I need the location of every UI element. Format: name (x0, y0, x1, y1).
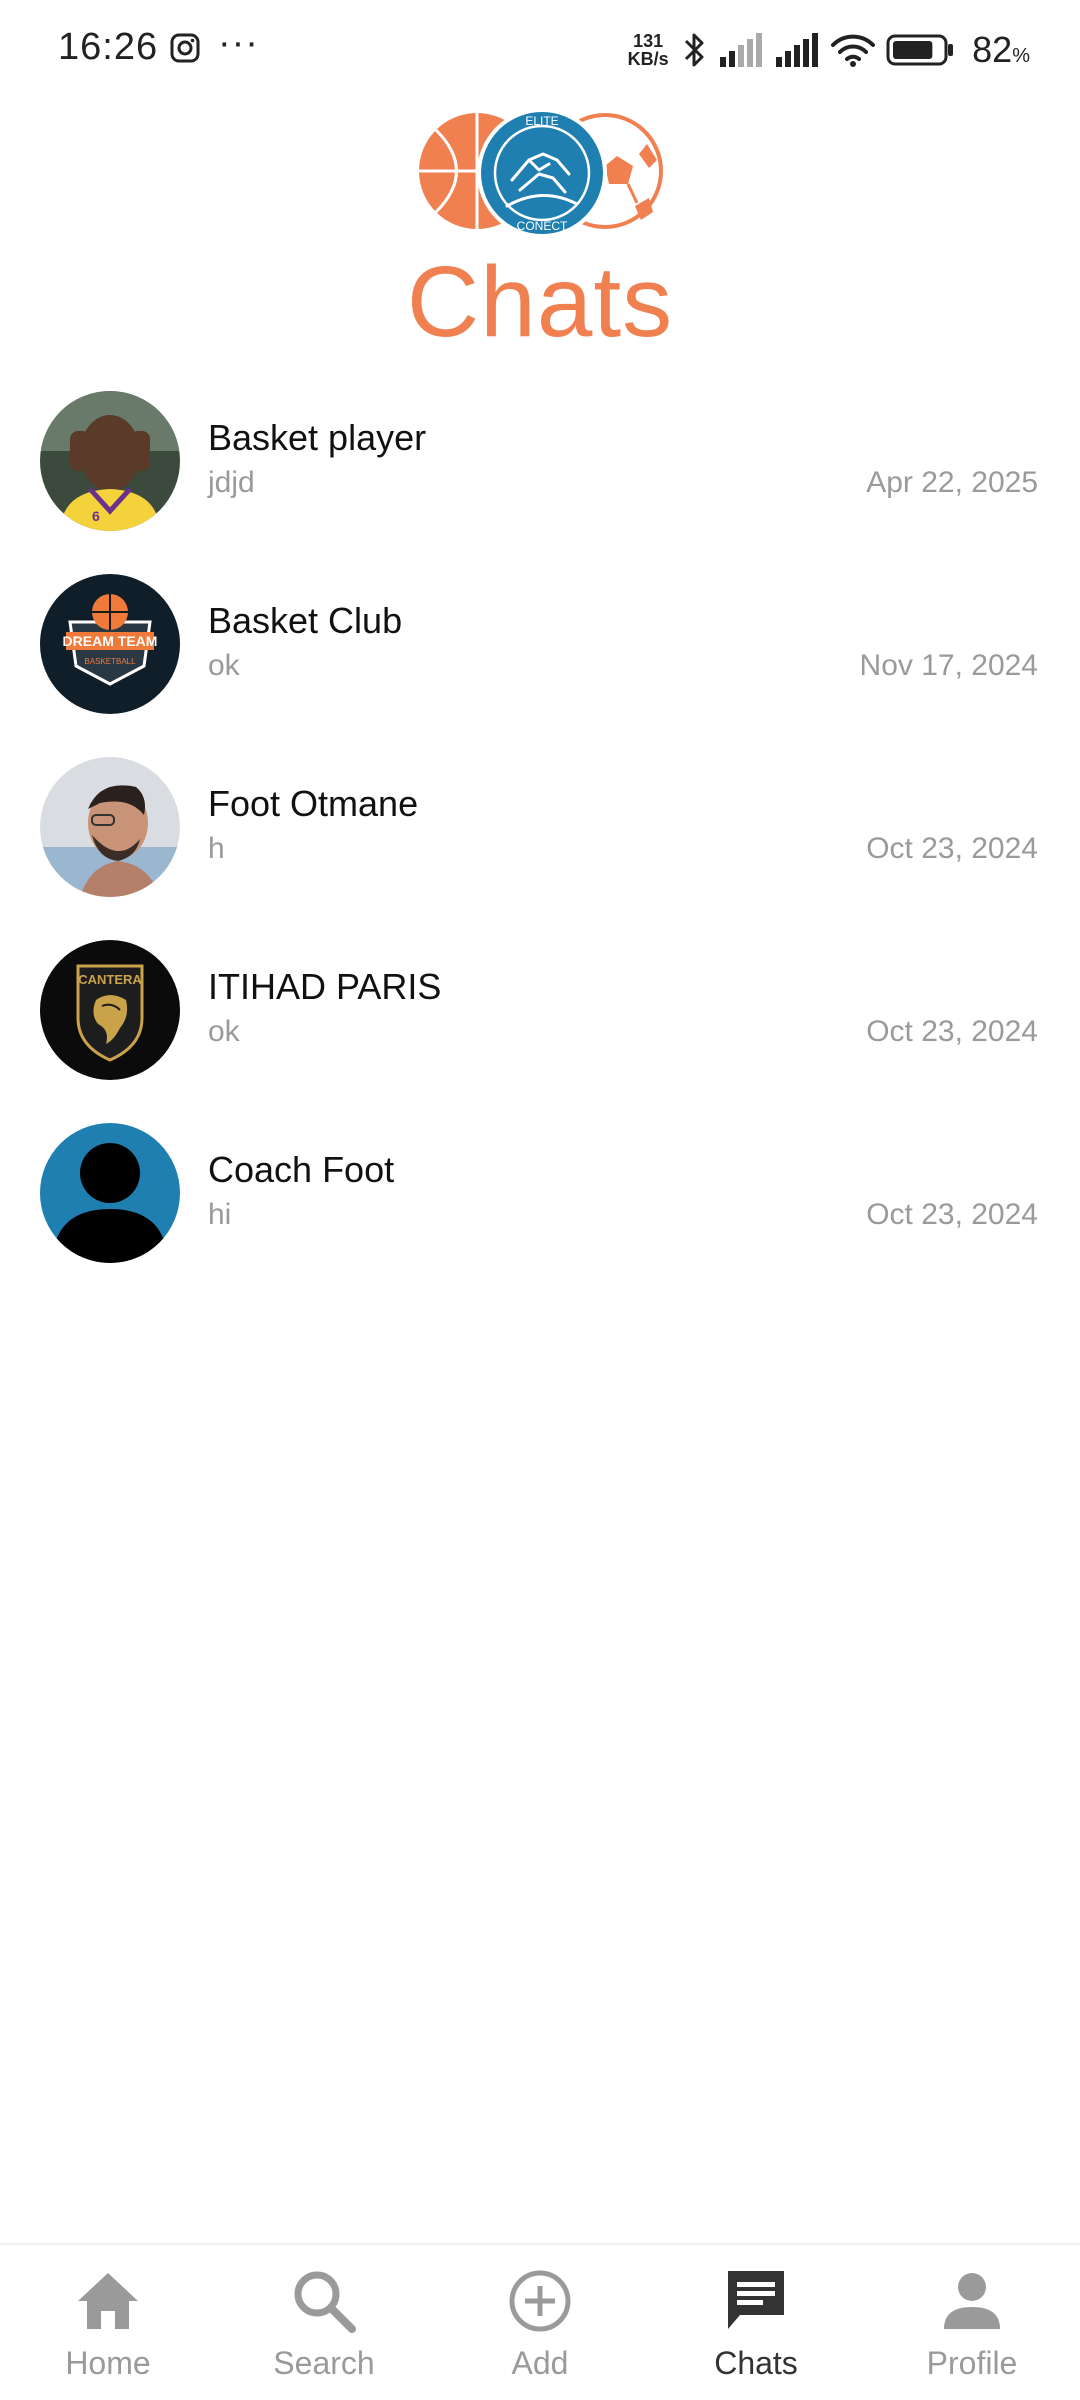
chat-last-message: h (208, 832, 225, 865)
chat-date: Oct 23, 2024 (866, 832, 1038, 865)
chat-item-itihad-paris[interactable]: CANTERA ITIHAD PARIS ok Oct 23, 2024 (0, 931, 1080, 1114)
chat-item-basket-player[interactable]: 6 Basket player jdjd Apr 22, 2025 (0, 382, 1080, 565)
default-person-avatar (40, 1123, 180, 1263)
avatar[interactable] (40, 1123, 180, 1263)
battery-percent-value: 82 (972, 29, 1013, 70)
more-notifications-icon: ··· (218, 22, 259, 64)
add-circle-icon (509, 2270, 571, 2332)
nav-chats[interactable]: Chats (648, 2245, 864, 2400)
status-icons: 131 KB/s 82% (624, 28, 1030, 72)
page-title: Chats (406, 246, 674, 358)
chat-last-message: ok (208, 1015, 240, 1048)
app-logo: ELITE CONECT (419, 108, 663, 238)
nav-profile[interactable]: Profile (864, 2245, 1080, 2400)
status-time: 16:26 (58, 26, 159, 68)
chat-name: Basket player (208, 417, 427, 458)
logo-top-text: ELITE (525, 114, 558, 128)
signal-icon (776, 33, 819, 67)
chat-name: ITIHAD PARIS (208, 966, 442, 1007)
chat-item-foot-otmane[interactable]: Foot Otmane h Oct 23, 2024 (0, 748, 1080, 931)
avatar[interactable]: 6 (40, 391, 180, 531)
dream-team-logo-avatar: DREAM TEAM BASKETBALL (40, 574, 180, 714)
nav-label: Add (511, 2345, 569, 2381)
cantera-logo-avatar: CANTERA (40, 940, 180, 1080)
chat-item-basket-club[interactable]: DREAM TEAM BASKETBALL Basket Club ok Nov… (0, 565, 1080, 748)
avatar-text-top: DREAM TEAM (63, 633, 158, 649)
bluetooth-icon (685, 33, 704, 67)
nav-label: Chats (714, 2345, 798, 2381)
chat-list: 6 Basket player jdjd Apr 22, 2025 DREAM … (0, 382, 1080, 1297)
wifi-icon (831, 34, 876, 67)
logo-bottom-text: CONECT (517, 219, 568, 233)
chat-item-coach-foot[interactable]: Coach Foot hi Oct 23, 2024 (0, 1114, 1080, 1297)
nav-add[interactable]: Add (432, 2245, 648, 2400)
home-icon (78, 2273, 138, 2329)
chat-last-message: jdjd (208, 466, 255, 499)
chat-name: Foot Otmane (208, 783, 419, 824)
player-photo-avatar: 6 (40, 391, 180, 531)
signal-icon (720, 33, 763, 67)
nav-label: Home (65, 2345, 151, 2381)
search-icon (294, 2271, 356, 2333)
nav-label: Profile (926, 2345, 1018, 2381)
status-bar: 16:26 ··· 131 KB/s 82% (0, 0, 1080, 100)
avatar[interactable]: CANTERA (40, 940, 180, 1080)
svg-text:6: 6 (92, 508, 100, 524)
network-speed-value: 131 (633, 31, 664, 51)
chat-name: Coach Foot (208, 1149, 395, 1190)
bottom-navigation: Home Search Add Chats Profile (0, 2243, 1080, 2400)
nav-label: Search (273, 2345, 375, 2381)
chat-last-message: hi (208, 1198, 232, 1231)
chat-name: Basket Club (208, 600, 403, 641)
avatar-text: CANTERA (78, 972, 142, 987)
chat-last-message: ok (208, 649, 240, 682)
avatar[interactable] (40, 757, 180, 897)
avatar[interactable]: DREAM TEAM BASKETBALL (40, 574, 180, 714)
network-speed: 131 KB/s (624, 32, 672, 68)
person-photo-avatar (40, 757, 180, 897)
battery-icon (886, 34, 954, 66)
chat-icon (728, 2271, 784, 2329)
instagram-icon (170, 33, 200, 63)
chat-date: Nov 17, 2024 (859, 649, 1038, 682)
chats-screen: 16:26 ··· 131 KB/s 82% ELITE CONECT Chat… (0, 0, 1080, 2400)
chat-date: Apr 22, 2025 (866, 466, 1038, 499)
network-speed-unit: KB/s (627, 49, 669, 69)
nav-search[interactable]: Search (216, 2245, 432, 2400)
avatar-text-bottom: BASKETBALL (84, 657, 136, 666)
chat-date: Oct 23, 2024 (866, 1198, 1038, 1231)
battery-percent-unit: % (1012, 45, 1030, 67)
nav-home[interactable]: Home (0, 2245, 216, 2400)
battery-percent: 82% (972, 29, 1030, 71)
chat-date: Oct 23, 2024 (866, 1015, 1038, 1048)
profile-icon (944, 2273, 1000, 2329)
